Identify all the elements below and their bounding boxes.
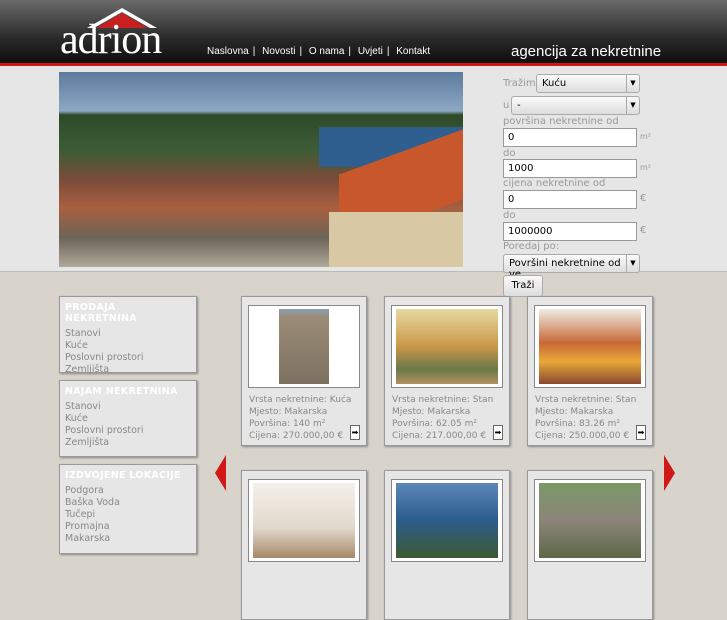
listing-type: Vrsta nekretnine: Stan [535, 395, 637, 405]
listing-card[interactable]: Vrsta nekretnine: Kuća Mjesto: Makarska Po… [241, 296, 367, 446]
listing-place: Mjesto: Makarska [249, 407, 328, 417]
location-value: - [517, 100, 521, 111]
location-select[interactable]: - ▼ [511, 96, 640, 115]
property-type-select[interactable]: Kuću ▼ [536, 74, 640, 93]
listing-area: Površina: 140 m² [249, 419, 326, 429]
listing-price: Cijena: 270.000,00 € [249, 431, 344, 441]
nav-kontakt[interactable]: Kontakt [396, 46, 430, 57]
u-label: u [503, 100, 510, 111]
listing-area: Površina: 83.26 m² [535, 419, 620, 429]
price-to-input[interactable] [503, 222, 637, 241]
sidebar-locations: IZDVOJENE LOKACIJE Podgora Baška Voda Tu… [59, 464, 197, 554]
sidebar-heading: IZDVOJENE LOKACIJE [65, 470, 181, 481]
trazim-label: Tražim [503, 78, 536, 89]
sidebar-item[interactable]: Poslovni prostori [65, 352, 191, 364]
listing-photo[interactable] [248, 479, 360, 562]
sort-select[interactable]: Površini nekretnine od ve▼ [503, 254, 640, 280]
nav-uvjeti[interactable]: Uvjeti [358, 46, 383, 57]
listing-type: Vrsta nekretnine: Kuća [249, 395, 352, 405]
listing-photo[interactable] [391, 305, 503, 388]
listing-card[interactable]: Vrsta nekretnine: Stan Mjesto: Makarska Po… [527, 296, 653, 446]
sidebar-heading: PRODAJA NEKRETNINA [65, 302, 137, 324]
sidebar-item[interactable]: Promajna [65, 521, 191, 533]
nav-naslovna[interactable]: Naslovna [207, 46, 249, 57]
area-to-label: do [503, 148, 516, 159]
sidebar-item[interactable]: Podgora [65, 485, 191, 497]
chevron-down-icon: ▼ [626, 97, 639, 114]
nav-o-nama[interactable]: O nama [309, 46, 345, 57]
listing-place: Mjesto: Makarska [535, 407, 614, 417]
listing-type: Vrsta nekretnine: Stan [392, 395, 494, 405]
sidebar-rent: NAJAM NEKRETNINA Stanovi Kuće Poslovni p… [59, 380, 197, 457]
hero-photo [59, 72, 463, 267]
price-unit: € [640, 225, 647, 236]
sidebar-item[interactable]: Stanovi [65, 328, 191, 340]
listing-card[interactable]: Vrsta nekretnine: Stan Mjesto: Makarska Po… [384, 296, 510, 446]
sidebar-item[interactable]: Stanovi [65, 401, 191, 413]
price-to-label: do [503, 210, 516, 221]
sidebar-item[interactable]: Poslovni prostori [65, 425, 191, 437]
arrow-right-icon[interactable]: ➡ [636, 425, 646, 440]
sidebar-item[interactable]: Zemljišta [65, 437, 191, 449]
arrow-right-icon[interactable]: ➡ [493, 425, 503, 440]
price-unit: € [640, 193, 647, 204]
listing-place: Mjesto: Makarska [392, 407, 471, 417]
logo[interactable]: adrion [60, 6, 185, 63]
logo-text: adrion [60, 17, 162, 63]
area-from-input[interactable] [503, 128, 637, 147]
arrow-right-icon[interactable]: ➡ [350, 425, 360, 440]
listing-area: Površina: 62.05 m² [392, 419, 477, 429]
listing-photo[interactable] [534, 479, 646, 562]
area-unit: m² [640, 163, 651, 172]
tagline: agencija za nekretnine [511, 43, 662, 60]
sidebar-sale: PRODAJA NEKRETNINA Stanovi Kuće Poslovni… [59, 296, 197, 376]
nav-novosti[interactable]: Novosti [262, 46, 295, 57]
area-from-label: površina nekretnine od [503, 116, 619, 127]
prev-arrow-icon[interactable] [215, 455, 226, 491]
listing-price: Cijena: 217.000,00 € [392, 431, 487, 441]
listing-photo[interactable] [391, 479, 503, 562]
sort-label: Poredaj po: [503, 241, 560, 252]
listing-photo[interactable] [534, 305, 646, 388]
sidebar-heading: NAJAM NEKRETNINA [65, 386, 178, 397]
area-to-input[interactable] [503, 159, 637, 178]
chevron-down-icon: ▼ [626, 75, 639, 92]
area-unit: m² [640, 132, 651, 141]
sidebar-item[interactable]: Kuće [65, 413, 191, 425]
sidebar-item[interactable]: Tučepi [65, 509, 191, 521]
listing-card[interactable] [527, 470, 653, 620]
chevron-down-icon: ▼ [626, 255, 639, 272]
listing-photo[interactable] [248, 305, 360, 388]
next-arrow-icon[interactable] [664, 455, 675, 491]
price-from-input[interactable] [503, 190, 637, 209]
property-type-value: Kuću [542, 78, 567, 89]
listing-card[interactable] [384, 470, 510, 620]
sidebar-item[interactable]: Makarska [65, 533, 191, 545]
listing-price: Cijena: 250.000,00 € [535, 431, 630, 441]
sidebar-item[interactable]: Baška Voda [65, 497, 191, 509]
listing-card[interactable] [241, 470, 367, 620]
sidebar-item[interactable]: Zemljišta [65, 364, 191, 376]
search-button[interactable]: Traži [503, 275, 543, 297]
price-from-label: cijena nekretnine od [503, 178, 606, 189]
sidebar-item[interactable]: Kuće [65, 340, 191, 352]
header: adrion Naslovna | Novosti | O nama | Uvjeti… [0, 0, 727, 64]
main-nav: Naslovna | Novosti | O nama | Uvjeti | Konta… [207, 46, 431, 57]
